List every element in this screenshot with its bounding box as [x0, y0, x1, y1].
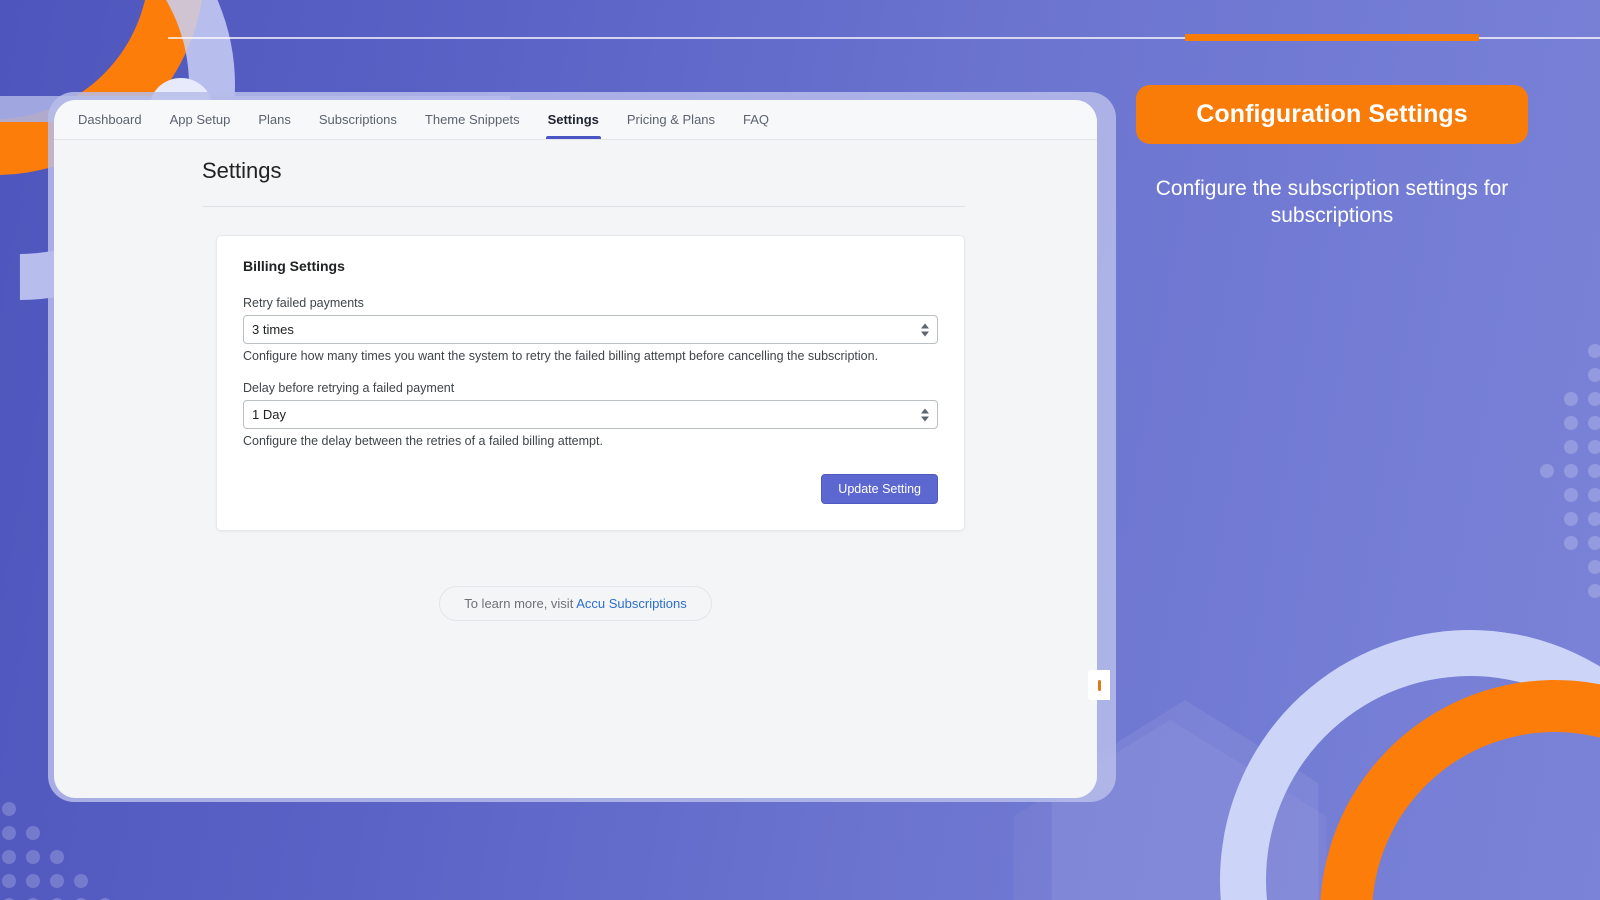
tab-app-setup[interactable]: App Setup — [156, 100, 245, 139]
accu-subscriptions-link[interactable]: Accu Subscriptions — [576, 596, 687, 611]
tab-theme-snippets[interactable]: Theme Snippets — [411, 100, 534, 139]
card-title: Billing Settings — [243, 258, 345, 274]
side-tab-handle-icon[interactable] — [1088, 670, 1110, 700]
field-help-text: Configure the delay between the retries … — [243, 434, 603, 448]
tab-label: Subscriptions — [318, 112, 397, 127]
field-label: Retry failed payments — [243, 296, 364, 310]
field-retry-delay: Delay before retrying a failed payment 1… — [243, 381, 938, 448]
decor-top-orange-segment — [1185, 34, 1479, 41]
field-label: Delay before retrying a failed payment — [243, 381, 455, 395]
retry-delay-select[interactable]: 1 Day2 Days3 Days5 Days7 Days — [243, 400, 938, 429]
select-wrapper: 1 Day2 Days3 Days5 Days7 Days — [243, 400, 938, 429]
tab-subscriptions[interactable]: Subscriptions — [305, 100, 411, 139]
tab-pricing-plans[interactable]: Pricing & Plans — [613, 100, 729, 139]
tab-plans[interactable]: Plans — [244, 100, 305, 139]
page-title: Settings — [202, 158, 282, 183]
decor-top-divider-line — [168, 37, 1600, 39]
tab-bar: Dashboard App Setup Plans Subscriptions Them… — [54, 100, 1097, 140]
tab-label: Pricing & Plans — [626, 112, 716, 127]
page-header: Settings — [202, 158, 965, 207]
tab-label: FAQ — [743, 112, 770, 127]
billing-settings-card: Billing Settings Retry failed payments 1… — [216, 235, 965, 531]
learn-more-text: To learn more, visit — [464, 596, 574, 611]
browser-window: Dashboard App Setup Plans Subscriptions Them… — [54, 100, 1097, 798]
retry-failed-payments-select[interactable]: 1 time2 times3 times4 times5 times — [243, 315, 938, 344]
update-setting-button[interactable]: Update Setting — [821, 474, 938, 504]
tab-dashboard[interactable]: Dashboard — [64, 100, 156, 139]
right-panel-subtitle: Configure the subscription settings for … — [1155, 177, 1509, 227]
tab-label: App Setup — [169, 112, 231, 127]
footnote-wrapper: To learn more, visit Accu Subscriptions — [54, 586, 1097, 621]
right-panel: Configuration Settings Configure the sub… — [1136, 85, 1528, 230]
field-help-text: Configure how many times you want the sy… — [243, 349, 879, 363]
field-retry-failed-payments: Retry failed payments 1 time2 times3 tim… — [243, 296, 938, 363]
card-actions: Update Setting — [243, 474, 938, 504]
learn-more-note: To learn more, visit Accu Subscriptions — [439, 586, 712, 621]
decor-orange-arc-bottom-right — [1264, 624, 1600, 900]
tab-faq[interactable]: FAQ — [729, 100, 783, 139]
select-wrapper: 1 time2 times3 times4 times5 times — [243, 315, 938, 344]
tab-label: Settings — [547, 112, 599, 127]
screen: Dashboard App Setup Plans Subscriptions Them… — [0, 0, 1600, 900]
tab-settings[interactable]: Settings — [534, 100, 613, 139]
decor-lavender-arc-bottom-right — [1187, 597, 1600, 900]
tab-label: Plans — [258, 112, 291, 127]
tab-label: Theme Snippets — [424, 112, 520, 127]
tab-label: Dashboard — [78, 112, 142, 127]
configuration-settings-badge: Configuration Settings — [1136, 85, 1528, 144]
page-content: Settings Billing Settings Retry failed p… — [54, 140, 1097, 798]
side-tab-mark — [1097, 679, 1101, 691]
